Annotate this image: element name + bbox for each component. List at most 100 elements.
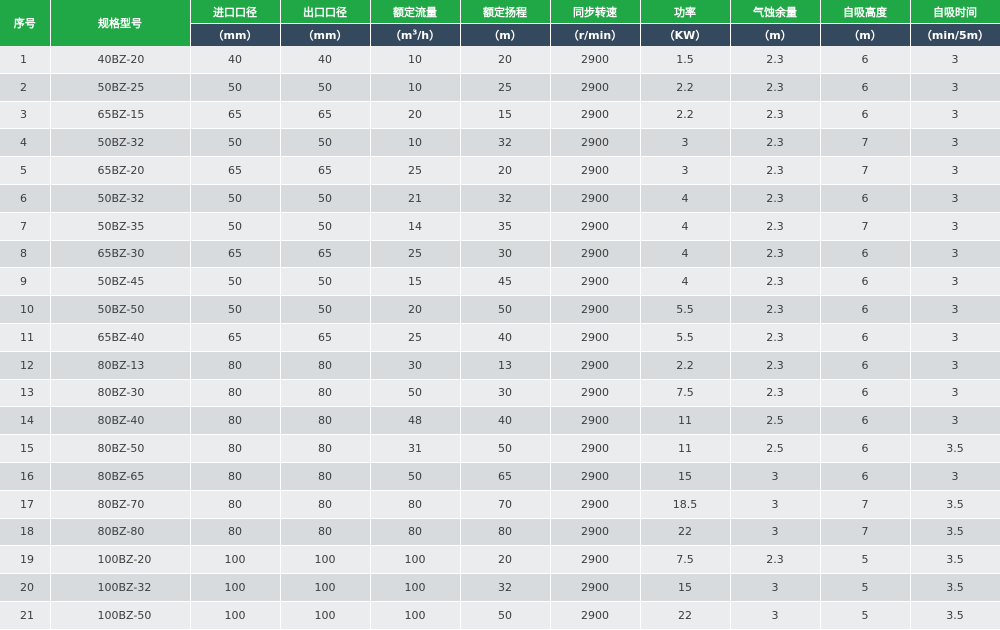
- cell-npsh: 3: [730, 490, 821, 519]
- cell-npsh: 3: [730, 518, 821, 547]
- table-row: 6 50BZ-32 50 50 21 32 2900 4 2.3 6 3: [0, 184, 1000, 213]
- cell-flow: 50: [370, 379, 461, 408]
- table-row: 16 80BZ-65 80 80 50 65 2900 15 3 6 3: [0, 462, 1000, 491]
- cell-flow: 25: [370, 323, 461, 352]
- cell-head: 32: [460, 573, 551, 602]
- cell-suction-time: 3: [910, 156, 1000, 185]
- cell-suction-time: 3: [910, 101, 1000, 130]
- cell-flow: 15: [370, 267, 461, 297]
- header-outlet: 出口口径: [280, 0, 371, 24]
- cell-head: 20: [460, 46, 551, 74]
- cell-head: 70: [460, 490, 551, 519]
- cell-model: 100BZ-20: [50, 545, 191, 575]
- cell-flow: 80: [370, 490, 461, 519]
- cell-power: 11: [640, 406, 731, 436]
- cell-flow: 48: [370, 406, 461, 436]
- cell-inlet: 50: [190, 295, 281, 324]
- cell-model: 80BZ-80: [50, 518, 191, 547]
- cell-suction-time: 3: [910, 240, 1000, 269]
- cell-npsh: 2.3: [730, 128, 821, 158]
- cell-npsh: 2.3: [730, 379, 821, 408]
- table-row: 19 100BZ-20 100 100 100 20 2900 7.5 2.3 5 3.5: [0, 545, 1000, 575]
- cell-no: 15: [0, 434, 51, 463]
- cell-inlet: 80: [190, 462, 281, 491]
- cell-flow: 100: [370, 545, 461, 575]
- cell-power: 15: [640, 462, 731, 491]
- cell-suction-height: 7: [820, 156, 911, 185]
- cell-power: 22: [640, 518, 731, 547]
- cell-suction-height: 6: [820, 73, 911, 102]
- cell-suction-time: 3: [910, 351, 1000, 380]
- table-row: 1 40BZ-20 40 40 10 20 2900 1.5 2.3 6 3: [0, 46, 1000, 74]
- pump-spec-table: 序号 规格型号 进口口径 出口口径 额定流量 额定扬程 同步转速 功率 气蚀余量…: [0, 0, 1000, 630]
- cell-npsh: 2.3: [730, 73, 821, 102]
- cell-power: 7.5: [640, 545, 731, 575]
- cell-power: 7.5: [640, 379, 731, 408]
- cell-no: 10: [0, 295, 51, 324]
- cell-no: 13: [0, 379, 51, 408]
- cell-suction-height: 6: [820, 295, 911, 324]
- cell-suction-height: 7: [820, 128, 911, 158]
- cell-head: 15: [460, 101, 551, 130]
- cell-no: 9: [0, 267, 51, 297]
- cell-speed: 2900: [550, 351, 641, 380]
- cell-npsh: 2.3: [730, 295, 821, 324]
- cell-flow: 100: [370, 601, 461, 630]
- cell-suction-time: 3.5: [910, 601, 1000, 630]
- cell-head: 40: [460, 406, 551, 436]
- cell-speed: 2900: [550, 184, 641, 213]
- cell-inlet: 65: [190, 156, 281, 185]
- cell-no: 16: [0, 462, 51, 491]
- table-row: 12 80BZ-13 80 80 30 13 2900 2.2 2.3 6 3: [0, 351, 1000, 380]
- cell-head: 32: [460, 184, 551, 213]
- cell-npsh: 3: [730, 462, 821, 491]
- cell-suction-height: 7: [820, 518, 911, 547]
- cell-speed: 2900: [550, 295, 641, 324]
- cell-model: 65BZ-40: [50, 323, 191, 352]
- cell-inlet: 50: [190, 73, 281, 102]
- cell-outlet: 50: [280, 128, 371, 158]
- cell-speed: 2900: [550, 518, 641, 547]
- header-flow: 额定流量: [370, 0, 461, 24]
- cell-outlet: 80: [280, 406, 371, 436]
- unit-flow-prefix: （m: [389, 29, 413, 42]
- cell-speed: 2900: [550, 128, 641, 158]
- cell-head: 40: [460, 323, 551, 352]
- cell-no: 3: [0, 101, 51, 130]
- cell-inlet: 100: [190, 601, 281, 630]
- cell-outlet: 50: [280, 295, 371, 324]
- cell-suction-time: 3: [910, 73, 1000, 102]
- header-inlet: 进口口径: [190, 0, 281, 24]
- cell-speed: 2900: [550, 545, 641, 575]
- cell-head: 30: [460, 240, 551, 269]
- cell-npsh: 3: [730, 601, 821, 630]
- cell-outlet: 50: [280, 184, 371, 213]
- cell-head: 20: [460, 545, 551, 575]
- cell-suction-time: 3.5: [910, 545, 1000, 575]
- cell-no: 1: [0, 46, 51, 74]
- cell-suction-time: 3: [910, 46, 1000, 74]
- cell-power: 18.5: [640, 490, 731, 519]
- table-row: 17 80BZ-70 80 80 80 70 2900 18.5 3 7 3.5: [0, 490, 1000, 519]
- cell-inlet: 80: [190, 406, 281, 436]
- cell-suction-height: 6: [820, 267, 911, 297]
- cell-suction-height: 6: [820, 240, 911, 269]
- cell-inlet: 80: [190, 351, 281, 380]
- cell-outlet: 80: [280, 351, 371, 380]
- header-head: 额定扬程: [460, 0, 551, 24]
- cell-suction-height: 5: [820, 573, 911, 602]
- cell-suction-time: 3: [910, 128, 1000, 158]
- cell-npsh: 2.3: [730, 156, 821, 185]
- header-suction-time: 自吸时间: [910, 0, 1000, 24]
- cell-npsh: 3: [730, 573, 821, 602]
- cell-outlet: 80: [280, 490, 371, 519]
- cell-model: 50BZ-50: [50, 295, 191, 324]
- cell-power: 11: [640, 434, 731, 463]
- cell-speed: 2900: [550, 434, 641, 463]
- unit-suction-time: （min/5m）: [910, 23, 1000, 46]
- cell-no: 6: [0, 184, 51, 213]
- cell-speed: 2900: [550, 379, 641, 408]
- cell-flow: 10: [370, 73, 461, 102]
- unit-suction-height: （m）: [820, 23, 911, 46]
- cell-suction-time: 3.5: [910, 490, 1000, 519]
